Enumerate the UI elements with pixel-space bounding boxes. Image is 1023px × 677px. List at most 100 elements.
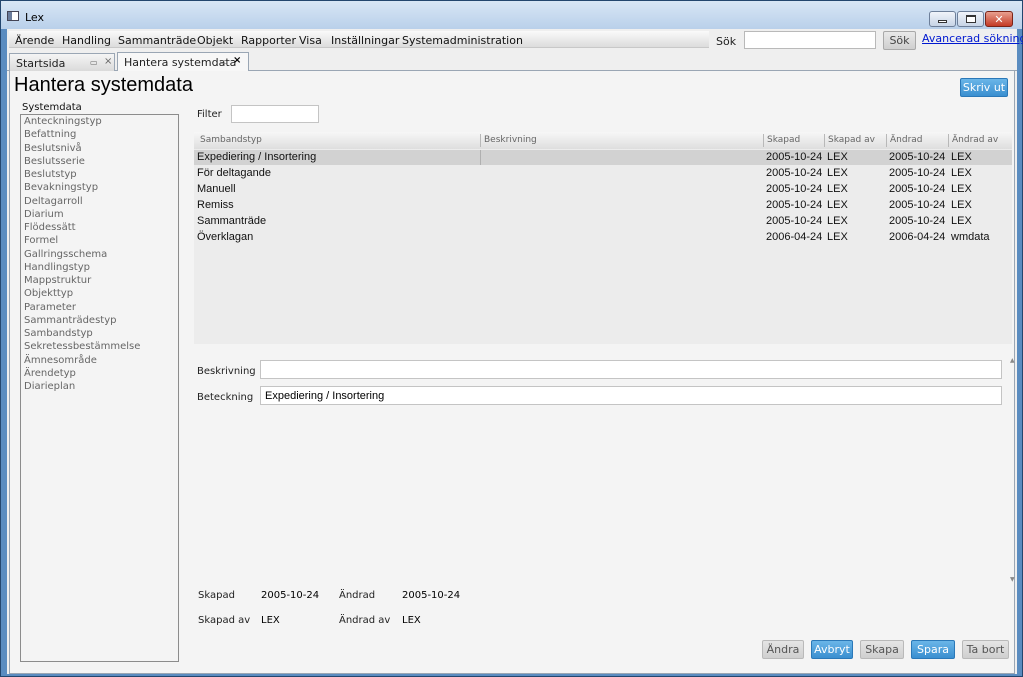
- systemdata-item[interactable]: Objekttyp: [24, 288, 73, 299]
- column-header[interactable]: Skapad av: [828, 135, 875, 145]
- systemdata-item[interactable]: Formel: [24, 235, 58, 246]
- ta-bort-button[interactable]: Ta bort: [962, 640, 1009, 659]
- table-cell: LEX: [951, 199, 972, 211]
- maximize-button[interactable]: [957, 11, 984, 27]
- systemdata-item[interactable]: Mappstruktur: [24, 275, 91, 286]
- menu-item-arende[interactable]: Ärende: [15, 34, 54, 47]
- close-window-button[interactable]: ✕: [985, 11, 1013, 27]
- systemdata-item[interactable]: Sekretessbestämmelse: [24, 341, 140, 352]
- systemdata-item[interactable]: Diarieplan: [24, 381, 75, 392]
- table-row[interactable]: För deltagande 2005-10-24 LEX 2005-10-24 LEX: [194, 166, 1012, 181]
- search-input[interactable]: [744, 31, 876, 49]
- systemdata-item[interactable]: Beslutstyp: [24, 169, 77, 180]
- table-cell: LEX: [951, 151, 972, 163]
- table-cell: LEX: [827, 199, 848, 211]
- column-header[interactable]: Ändrad: [890, 135, 923, 145]
- beteckning-field[interactable]: [260, 386, 1002, 405]
- column-separator[interactable]: [886, 134, 887, 147]
- filter-input[interactable]: [231, 105, 319, 123]
- page-title: Hantera systemdata: [14, 74, 193, 96]
- systemdata-item[interactable]: Ärendetyp: [24, 368, 76, 379]
- table-row[interactable]: Remiss 2005-10-24 LEX 2005-10-24 LEX: [194, 198, 1012, 213]
- table-cell: För deltagande: [197, 167, 271, 179]
- systemdata-item[interactable]: Beslutsserie: [24, 156, 85, 167]
- spara-button[interactable]: Spara: [911, 640, 955, 659]
- pin-icon[interactable]: ▭: [220, 57, 228, 66]
- advanced-search-link[interactable]: Avancerad sökning: [922, 32, 1023, 45]
- systemdata-item[interactable]: Diarium: [24, 209, 64, 220]
- column-separator[interactable]: [763, 134, 764, 147]
- table-cell: 2005-10-24: [889, 199, 946, 211]
- table-cell: 2005-10-24: [889, 215, 946, 227]
- menu-item-rapporter[interactable]: Rapporter: [241, 34, 296, 47]
- table-row[interactable]: Expediering / Insortering 2005-10-24 LEX 20…: [194, 150, 1012, 165]
- menu-item-objekt[interactable]: Objekt: [197, 34, 233, 47]
- systemdata-item[interactable]: Parameter: [24, 302, 76, 313]
- systemdata-item[interactable]: Sammanträdestyp: [24, 315, 116, 326]
- systemdata-heading: Systemdata: [22, 102, 82, 113]
- beskrivning-field[interactable]: [260, 360, 1002, 379]
- column-separator[interactable]: [824, 134, 825, 147]
- systemdata-item[interactable]: Sambandstyp: [24, 328, 93, 339]
- systemdata-item[interactable]: Befattning: [24, 129, 76, 140]
- systemdata-item[interactable]: Ämnesområde: [24, 355, 97, 366]
- search-label: Sök: [716, 35, 737, 48]
- column-header[interactable]: Ändrad av: [952, 135, 998, 145]
- table-header: Sambandstyp Beskrivning Skapad Skapad av Änd…: [194, 132, 1012, 149]
- table-cell: Sammanträde: [197, 215, 267, 227]
- skapa-button[interactable]: Skapa: [860, 640, 904, 659]
- systemdata-item[interactable]: Handlingstyp: [24, 262, 90, 273]
- menu-item-handling[interactable]: Handling: [62, 34, 111, 47]
- window-title: Lex: [25, 11, 45, 24]
- table-row[interactable]: Sammanträde 2005-10-24 LEX 2005-10-24 LEX: [194, 214, 1012, 229]
- column-separator[interactable]: [948, 134, 949, 147]
- column-header[interactable]: Skapad: [767, 135, 800, 145]
- menu-item-installningar[interactable]: Inställningar: [331, 34, 399, 47]
- andra-button[interactable]: Ändra: [762, 640, 804, 659]
- scroll-down-icon[interactable]: ▼: [1010, 576, 1015, 583]
- scroll-up-icon[interactable]: ▲: [1010, 357, 1015, 364]
- tab-close-icon[interactable]: ×: [104, 56, 112, 67]
- tab-label: Startsida: [16, 57, 66, 70]
- systemdata-item[interactable]: Gallringsschema: [24, 249, 107, 260]
- tab-close-icon[interactable]: ×: [233, 55, 241, 66]
- pin-icon[interactable]: ▭: [90, 58, 98, 67]
- search-button[interactable]: Sök: [883, 31, 916, 50]
- menu-item-systemadministration[interactable]: Systemadministration: [402, 34, 523, 47]
- close-icon: ✕: [994, 12, 1004, 26]
- table-row[interactable]: Överklagan 2006-04-24 LEX 2006-04-24 wmdata: [194, 230, 1012, 245]
- systemdata-item[interactable]: Bevakningstyp: [24, 182, 98, 193]
- table-cell: LEX: [827, 167, 848, 179]
- menu-item-sammantrade[interactable]: Sammanträde: [118, 34, 196, 47]
- tab-hantera-systemdata[interactable]: Hantera systemdata ▭ ×: [117, 52, 249, 71]
- avbryt-button[interactable]: Avbryt: [811, 640, 853, 659]
- table-cell: LEX: [827, 231, 848, 243]
- systemdata-item[interactable]: Flödessätt: [24, 222, 76, 233]
- systemdata-item[interactable]: Deltagarroll: [24, 196, 83, 207]
- menu-item-visa[interactable]: Visa: [299, 34, 322, 47]
- systemdata-item[interactable]: Beslutsnivå: [24, 143, 82, 154]
- beteckning-label: Beteckning: [197, 392, 254, 403]
- cell-divider: [480, 150, 481, 165]
- table-cell: 2005-10-24: [766, 215, 823, 227]
- skapad-av-value: LEX: [261, 615, 280, 626]
- table-cell: Expediering / Insortering: [197, 151, 317, 163]
- menu-strip: Ärende Handling Sammanträde Objekt Rappo…: [9, 31, 709, 48]
- column-header[interactable]: Beskrivning: [484, 135, 537, 145]
- title-bar[interactable]: Lex ✕: [1, 1, 1022, 29]
- app-icon: [7, 11, 19, 21]
- table-cell: Överklagan: [197, 231, 254, 243]
- systemdata-list: Anteckningstyp Befattning Beslutsnivå Beslu…: [20, 114, 179, 662]
- detail-scrollbar[interactable]: ▲ ▼: [1010, 351, 1015, 583]
- print-button[interactable]: Skriv ut: [960, 78, 1008, 97]
- systemdata-item[interactable]: Anteckningstyp: [24, 116, 102, 127]
- client-area: Ärende Handling Sammanträde Objekt Rappo…: [7, 29, 1023, 674]
- column-separator[interactable]: [480, 134, 481, 147]
- andrad-value: 2005-10-24: [402, 590, 461, 601]
- table-cell: Manuell: [197, 183, 236, 195]
- minimize-button[interactable]: [929, 11, 956, 27]
- tab-startsida[interactable]: Startsida ▭ ×: [9, 53, 115, 71]
- column-header[interactable]: Sambandstyp: [200, 135, 262, 145]
- table-row[interactable]: Manuell 2005-10-24 LEX 2005-10-24 LEX: [194, 182, 1012, 197]
- table-cell: 2006-04-24: [766, 231, 823, 243]
